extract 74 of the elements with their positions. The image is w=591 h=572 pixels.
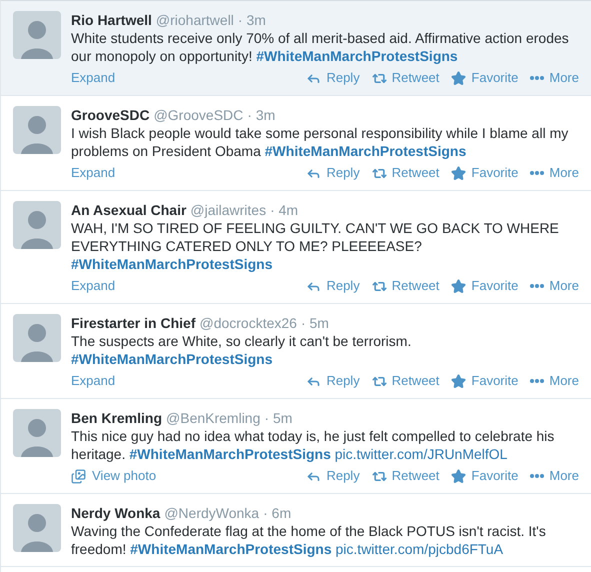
- tweet-time: · 3m: [238, 11, 266, 29]
- star-button[interactable]: Favorite: [451, 372, 518, 390]
- more-button[interactable]: More: [530, 372, 579, 390]
- expand-link[interactable]: Expand: [71, 164, 116, 182]
- more-button[interactable]: More: [530, 277, 579, 295]
- tweet-time: · 5m: [264, 409, 292, 427]
- tweet-text: I wish Black people would take some personal responsibility while I blame all my problems on President Obama #WhiteManMarchProtestSigns: [71, 124, 570, 160]
- user-name[interactable]: Nerdy Wonka: [71, 504, 160, 522]
- view-photo-link[interactable]: View photo: [71, 467, 156, 485]
- avatar: [13, 409, 61, 457]
- expand-link[interactable]: Expand: [71, 69, 116, 87]
- expand-link[interactable]: Expand: [71, 372, 116, 390]
- reply-button[interactable]: Reply: [306, 277, 360, 295]
- more-icon: [530, 76, 544, 80]
- star-button[interactable]: Favorite: [451, 277, 518, 295]
- user-handle: @jailawrites: [190, 201, 266, 219]
- user-handle: @docrocktex26: [199, 314, 297, 332]
- star-icon: [451, 278, 466, 294]
- reply-button[interactable]: Reply: [306, 164, 360, 182]
- user-handle: @riohartwell: [156, 11, 234, 29]
- star-button[interactable]: Favorite: [451, 467, 518, 485]
- retweet-button[interactable]: Retweet: [372, 277, 440, 295]
- tweet-time: · 4m: [270, 201, 298, 219]
- user-name[interactable]: Ben Kremling: [71, 409, 162, 427]
- star-icon: [451, 468, 466, 484]
- star-icon: [451, 70, 466, 86]
- more-button[interactable]: More: [530, 69, 579, 87]
- user-handle: @GrooveSDC: [154, 106, 244, 124]
- expand-link[interactable]: Expand: [71, 277, 116, 295]
- retweet-button[interactable]: Retweet: [372, 69, 440, 87]
- retweet-button[interactable]: Retweet: [372, 467, 440, 485]
- hashtag-link[interactable]: #WhiteManMarchProtestSigns: [130, 541, 332, 557]
- tweet-time: · 3m: [247, 106, 276, 124]
- tweet-text: WAH, I'M SO TIRED OF FEELING GUILTY. CAN'T WE GO BACK TO WHERE EVERYTHING CATERED ONLY TO ME? PLEEEEASE? #WhiteManMarchProtestSigns: [71, 219, 560, 273]
- user-name[interactable]: An Asexual Chair: [71, 201, 186, 219]
- tweet-text: White students receive only 70% of all merit-based aid. Affirmative action erodes our monopoly on opportunity! #WhiteManMarchProtestSigns: [71, 29, 570, 65]
- more-icon: [530, 171, 544, 175]
- more-icon: [530, 284, 544, 288]
- avatar: [13, 201, 61, 249]
- user-name[interactable]: Firestarter in Chief: [71, 314, 196, 332]
- retweet-button[interactable]: Retweet: [372, 372, 440, 390]
- avatar: [13, 11, 61, 59]
- tweet-text: Waving the Confederate flag at the home of the Black POTUS isn't racist. It's freedom! #WhiteManMarchProtestSigns pic.twitter.com/pjcbd6FTuA: [71, 522, 547, 558]
- star-button[interactable]: Favorite: [451, 164, 518, 182]
- hashtag-link[interactable]: #WhiteManMarchProtestSigns: [256, 48, 458, 64]
- hashtag-link[interactable]: #WhiteManMarchProtestSigns: [129, 446, 331, 462]
- photo-icon: [71, 468, 86, 484]
- photo-link[interactable]: pic.twitter.com/JRUnMelfOL: [334, 446, 508, 462]
- more-button[interactable]: More: [530, 467, 579, 485]
- more-icon: [530, 379, 544, 383]
- user-name[interactable]: GrooveSDC: [71, 106, 150, 124]
- tweet-time: · 6m: [263, 504, 292, 522]
- reply-button[interactable]: Reply: [306, 467, 360, 485]
- hashtag-link[interactable]: #WhiteManMarchProtestSigns: [71, 256, 272, 272]
- user-handle: @NerdyWonka: [164, 504, 260, 522]
- star-icon: [451, 374, 466, 388]
- tweet-time: · 5m: [300, 314, 329, 332]
- star-button[interactable]: Favorite: [451, 69, 518, 87]
- photo-link[interactable]: pic.twitter.com/pjcbd6FTuA: [336, 541, 504, 557]
- hashtag-link[interactable]: #WhiteManMarchProtestSigns: [71, 351, 272, 367]
- user-handle: @BenKremling: [166, 409, 260, 427]
- reply-button[interactable]: Reply: [306, 372, 360, 390]
- avatar: [13, 504, 61, 552]
- retweet-button[interactable]: Retweet: [372, 164, 440, 182]
- star-icon: [451, 166, 466, 180]
- more-icon: [530, 474, 544, 478]
- reply-button[interactable]: Reply: [306, 69, 360, 87]
- avatar: [13, 314, 61, 362]
- tweet-text: The suspects are White, so clearly it can't be terrorism. #WhiteManMarchProtestSigns: [71, 332, 412, 368]
- hashtag-link[interactable]: #WhiteManMarchProtestSigns: [264, 143, 466, 159]
- user-name[interactable]: Rio Hartwell: [71, 11, 152, 29]
- more-button[interactable]: More: [530, 164, 579, 182]
- avatar: [13, 106, 61, 154]
- tweet-text: This nice guy had no idea what today is, he just felt compelled to celebrate his heritage. #WhiteManMarchProtestSigns pic.twitter.com/JRUnMelfOL: [71, 427, 556, 463]
